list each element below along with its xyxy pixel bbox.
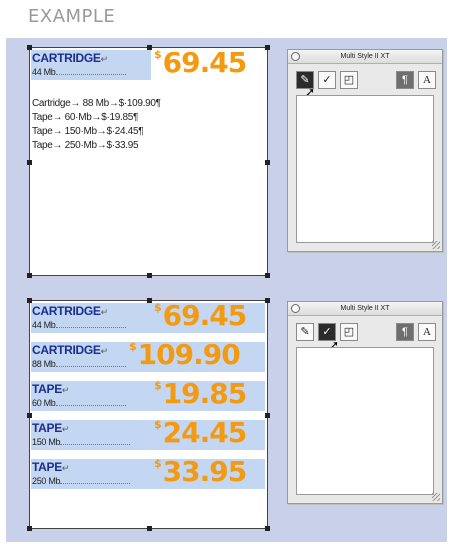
close-icon[interactable]: [291, 52, 300, 61]
currency-symbol: $: [154, 48, 162, 61]
resize-handle[interactable]: [265, 413, 270, 418]
product-price: $33.95: [154, 455, 248, 488]
leader-dots: [55, 360, 126, 367]
product-title-text: TAPE: [32, 421, 62, 435]
text-box-after[interactable]: CARTRIDGE↵ 44 Mb $69.45 CARTRIDGE↵ 88 Mb…: [27, 298, 270, 531]
product-price: $69.45: [154, 299, 248, 332]
text-box-before[interactable]: CARTRIDGE↵ 44 Mb $69.45 Cartridge→ 88 Mb…: [27, 45, 270, 278]
product-title-text: TAPE: [32, 460, 62, 474]
palette-titlebar[interactable]: Multi Style II XT: [288, 50, 442, 64]
resize-handle[interactable]: [265, 160, 270, 165]
product-title: CARTRIDGE↵: [32, 51, 108, 65]
resize-grip-icon[interactable]: [432, 241, 440, 249]
return-mark: ↵: [100, 54, 109, 64]
price-value: 19.85: [162, 377, 248, 410]
product-title-text: CARTRIDGE: [32, 304, 101, 318]
resize-handle[interactable]: [27, 413, 32, 418]
price-value: 69.45: [162, 299, 248, 332]
currency-symbol: $: [154, 379, 162, 392]
return-mark: ↵: [61, 463, 70, 473]
product-size: 44 Mb: [32, 320, 126, 330]
style-tool-3-icon[interactable]: ◰: [340, 323, 358, 341]
product-size-text: 60 Mb: [32, 398, 56, 408]
leader-dots: [55, 68, 126, 75]
currency-symbol: $: [154, 301, 162, 314]
return-mark: ↵: [100, 307, 109, 317]
product-title-text: CARTRIDGE: [32, 343, 101, 357]
text-line: Cartridge→ 88 Mb→$·109.90¶: [32, 98, 161, 109]
return-mark: ↵: [100, 346, 109, 356]
product-title-text: TAPE: [32, 382, 62, 396]
currency-symbol: $: [154, 418, 162, 431]
product-size: 150 Mb: [32, 437, 131, 447]
style-tool-1-icon[interactable]: ✎: [296, 323, 314, 341]
product-size-text: 44 Mb: [32, 67, 56, 77]
style-list[interactable]: [296, 347, 434, 495]
text-line: Tape→ 150·Mb→$·24.45¶: [32, 126, 144, 137]
character-style-icon[interactable]: A: [418, 71, 436, 89]
product-size: 44 Mb: [32, 67, 126, 77]
resize-handle[interactable]: [265, 298, 270, 303]
resize-handle[interactable]: [265, 45, 270, 50]
product-title: TAPE↵: [32, 382, 69, 396]
return-mark: ↵: [61, 385, 70, 395]
resize-handle[interactable]: [27, 160, 32, 165]
resize-handle[interactable]: [147, 273, 152, 278]
product-title: TAPE↵: [32, 460, 69, 474]
product-size-text: 150 Mb: [32, 437, 61, 447]
leader-dots: [55, 321, 126, 328]
style-tool-2-icon[interactable]: ✓: [318, 71, 336, 89]
resize-handle[interactable]: [27, 273, 32, 278]
close-icon[interactable]: [291, 304, 300, 313]
price-value: 33.95: [162, 455, 248, 488]
palette-title: Multi Style II XT: [340, 305, 390, 312]
text-line: Tape→ 250·Mb→$·33.95: [32, 140, 139, 151]
resize-handle[interactable]: [265, 526, 270, 531]
currency-symbol: $: [154, 457, 162, 470]
example-heading: EXAMPLE: [28, 6, 116, 27]
product-title: TAPE↵: [32, 421, 69, 435]
text-line: Tape→ 60·Mb→$·19.85¶: [32, 112, 139, 123]
resize-handle[interactable]: [265, 273, 270, 278]
palette-titlebar[interactable]: Multi Style II XT: [288, 302, 442, 316]
multi-style-palette[interactable]: Multi Style II XT ✎ ✓ ◰ ¶ A ➚: [287, 301, 443, 504]
paragraph-style-icon[interactable]: ¶: [396, 71, 414, 89]
resize-handle[interactable]: [147, 526, 152, 531]
price-value: 69.45: [162, 46, 248, 79]
product-size: 88 Mb: [32, 359, 126, 369]
paragraph-style-icon[interactable]: ¶: [396, 323, 414, 341]
product-size-text: 250 Mb: [32, 476, 61, 486]
palette-title: Multi Style II XT: [340, 53, 390, 60]
product-title-text: CARTRIDGE: [32, 51, 101, 65]
product-price: $69.45: [154, 46, 248, 79]
product-price: $19.85: [154, 377, 248, 410]
return-mark: ↵: [61, 424, 70, 434]
price-value: 109.90: [137, 338, 241, 371]
product-size: 250 Mb: [32, 476, 131, 486]
product-title: CARTRIDGE↵: [32, 343, 108, 357]
product-size: 60 Mb: [32, 398, 126, 408]
style-list[interactable]: [296, 95, 434, 243]
style-tool-3-icon[interactable]: ◰: [340, 71, 358, 89]
resize-grip-icon[interactable]: [432, 493, 440, 501]
currency-symbol: $: [129, 340, 137, 353]
product-title: CARTRIDGE↵: [32, 304, 108, 318]
product-price: $109.90: [129, 338, 241, 371]
resize-handle[interactable]: [27, 526, 32, 531]
character-style-icon[interactable]: A: [418, 323, 436, 341]
leader-dots: [55, 399, 126, 406]
product-price: $24.45: [154, 416, 248, 449]
product-size-text: 88 Mb: [32, 359, 56, 369]
multi-style-palette[interactable]: Multi Style II XT ✎ ✓ ◰ ¶ A ➚: [287, 49, 443, 252]
product-size-text: 44 Mb: [32, 320, 56, 330]
leader-dots: [60, 438, 131, 445]
price-value: 24.45: [162, 416, 248, 449]
leader-dots: [60, 477, 131, 484]
